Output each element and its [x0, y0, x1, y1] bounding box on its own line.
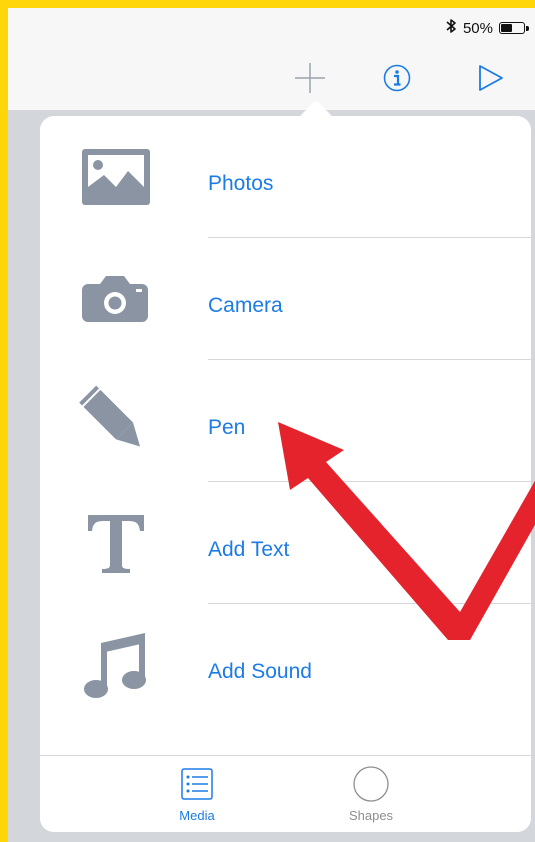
- tab-label: Shapes: [348, 808, 394, 823]
- menu-item-label: Add Sound: [208, 660, 312, 683]
- menu-item-label: Camera: [208, 294, 283, 317]
- menu-item-photos[interactable]: Photos: [40, 116, 531, 238]
- list-icon: [152, 764, 242, 804]
- plus-icon: [295, 63, 325, 93]
- app-screen: 50% Photos Camera Pen Add Text Add Sound…: [8, 8, 535, 842]
- photo-icon: [76, 147, 156, 207]
- battery-level: [501, 24, 512, 32]
- info-icon: [383, 64, 411, 92]
- tab-media[interactable]: Media: [152, 764, 242, 830]
- media-menu: Photos Camera Pen Add Text Add Sound: [40, 116, 531, 726]
- menu-item-label: Pen: [208, 416, 246, 439]
- info-button[interactable]: [375, 58, 419, 98]
- tab-shapes[interactable]: Shapes: [326, 764, 416, 830]
- toolbar: [8, 48, 535, 111]
- popover-tab-bar: Media Shapes: [40, 755, 531, 832]
- battery-percent: 50%: [462, 19, 493, 37]
- play-icon: [479, 65, 503, 91]
- menu-item-camera[interactable]: Camera: [40, 238, 531, 360]
- menu-item-add-text[interactable]: Add Text: [40, 482, 531, 604]
- status-bar: 50%: [8, 8, 535, 48]
- status-right: 50%: [445, 18, 529, 38]
- camera-icon: [76, 269, 156, 329]
- menu-item-pen[interactable]: Pen: [40, 360, 531, 482]
- pencil-icon: [76, 385, 156, 451]
- bluetooth-icon: [445, 18, 457, 38]
- menu-item-label: Photos: [208, 172, 274, 195]
- text-icon: [76, 513, 156, 573]
- add-button[interactable]: [288, 58, 332, 98]
- menu-item-add-sound[interactable]: Add Sound: [40, 604, 531, 726]
- battery-icon: [499, 22, 529, 34]
- music-note-icon: [76, 633, 156, 698]
- add-popover: Photos Camera Pen Add Text Add Sound Med…: [40, 116, 531, 832]
- circle-icon: [326, 764, 416, 804]
- menu-item-label: Add Text: [208, 538, 290, 561]
- tab-label: Media: [179, 808, 215, 823]
- play-button[interactable]: [468, 58, 512, 98]
